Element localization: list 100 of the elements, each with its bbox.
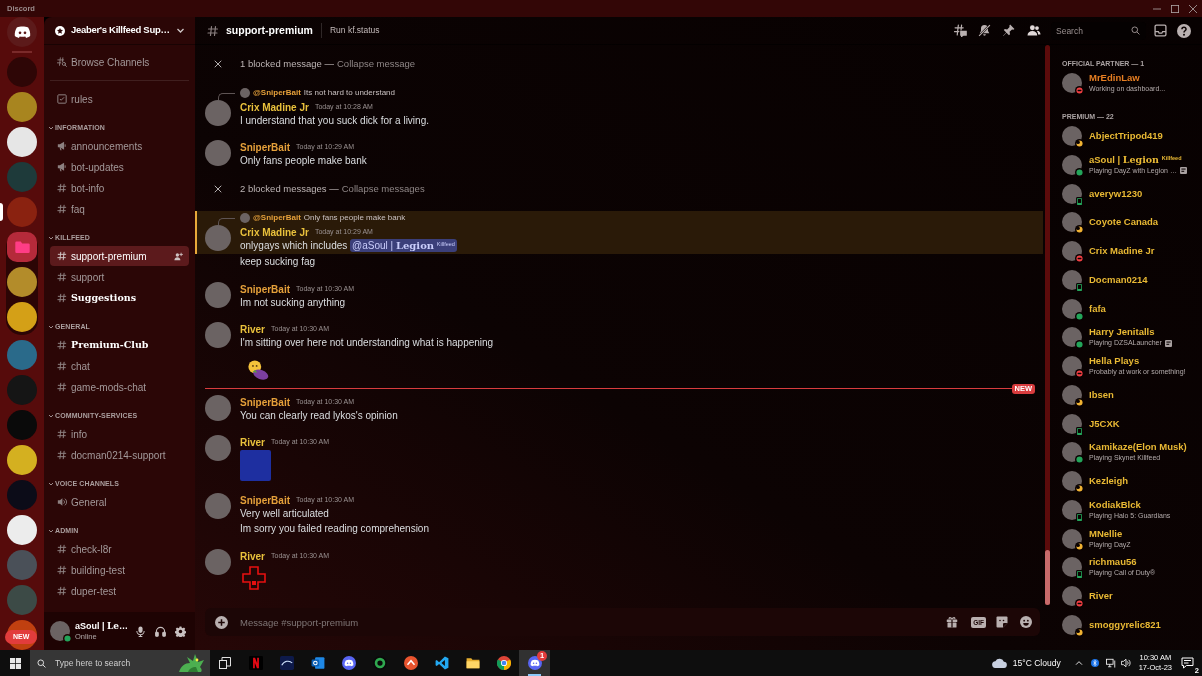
channel-item[interactable]: building-test bbox=[50, 560, 189, 580]
server-icon[interactable] bbox=[7, 445, 37, 475]
inbox-icon[interactable] bbox=[1154, 24, 1167, 37]
message-input[interactable]: Message #support-premium bbox=[240, 614, 939, 630]
avatar[interactable] bbox=[50, 621, 70, 641]
channel-item[interactable]: faq bbox=[50, 199, 189, 219]
browse-channels[interactable]: Browse Channels bbox=[50, 52, 189, 72]
gift-icon[interactable] bbox=[946, 616, 959, 628]
bluetooth-icon[interactable] bbox=[1090, 659, 1099, 667]
channel-item[interactable]: announcements bbox=[50, 136, 189, 156]
server-icon[interactable] bbox=[7, 515, 37, 545]
channel-item[interactable]: rules bbox=[50, 89, 189, 109]
member-name[interactable]: aSoul | Legion $^{Killfeed}$ bbox=[1089, 153, 1182, 166]
avatar[interactable] bbox=[1062, 241, 1082, 262]
avatar[interactable] bbox=[1062, 528, 1082, 549]
author-name[interactable]: SniperBait bbox=[240, 394, 290, 410]
scrollbar[interactable] bbox=[1045, 45, 1050, 605]
avatar[interactable] bbox=[1062, 499, 1082, 520]
member-name[interactable]: Kamikaze(Elon Musk) bbox=[1089, 441, 1187, 454]
search-icon[interactable] bbox=[1131, 26, 1140, 35]
taskbar-search-field[interactable]: Type here to search bbox=[30, 650, 210, 676]
member-name[interactable]: fafa bbox=[1089, 302, 1106, 315]
avatar[interactable] bbox=[1062, 442, 1082, 463]
pin-icon[interactable] bbox=[1002, 24, 1015, 37]
avatar[interactable] bbox=[1062, 557, 1082, 578]
cloud-icon[interactable] bbox=[991, 658, 1007, 668]
member-name[interactable]: J5CXK bbox=[1089, 417, 1120, 430]
search-input[interactable]: Search bbox=[1056, 23, 1131, 38]
avatar[interactable] bbox=[1062, 327, 1082, 348]
headphones-icon[interactable] bbox=[155, 625, 166, 637]
settings-icon[interactable] bbox=[175, 625, 186, 637]
overlapping-windows-icon[interactable] bbox=[219, 657, 231, 669]
author-name[interactable]: Crix Madine Jr bbox=[240, 224, 309, 240]
close-icon[interactable] bbox=[214, 60, 222, 68]
avatar[interactable] bbox=[1062, 586, 1082, 607]
channel-item[interactable]: General bbox=[50, 492, 189, 512]
members-icon[interactable] bbox=[1027, 24, 1041, 37]
member-name[interactable]: Hella Plays bbox=[1089, 355, 1140, 368]
member-name[interactable]: River bbox=[1089, 590, 1113, 603]
author-name[interactable]: River bbox=[240, 321, 265, 337]
user-mention[interactable]: @aSoul | Legion $^{Killfeed}$ bbox=[350, 239, 457, 252]
author-name[interactable]: SniperBait bbox=[240, 492, 290, 508]
avatar[interactable] bbox=[1062, 126, 1082, 147]
avatar[interactable] bbox=[1062, 269, 1082, 290]
add-person-icon[interactable] bbox=[174, 251, 183, 261]
author-name[interactable]: SniperBait bbox=[240, 139, 290, 155]
volume-icon[interactable] bbox=[1120, 658, 1131, 668]
reply-text[interactable]: Only fans people make bank bbox=[303, 212, 406, 224]
avatar[interactable] bbox=[1062, 413, 1082, 434]
avatar[interactable] bbox=[1062, 183, 1082, 204]
close-icon[interactable] bbox=[1189, 4, 1197, 13]
channel-item[interactable]: Premium-Club bbox=[50, 335, 189, 355]
member-name[interactable]: MrEdinLaw bbox=[1089, 72, 1140, 85]
help-icon[interactable] bbox=[1177, 23, 1191, 38]
author-name[interactable]: Crix Madine Jr bbox=[240, 99, 309, 115]
member-name[interactable]: Harry Jenitalls bbox=[1089, 326, 1155, 339]
collapse-link[interactable]: Collapse message bbox=[337, 56, 416, 72]
avatar[interactable] bbox=[1062, 154, 1082, 175]
member-name[interactable]: MNellie bbox=[1089, 527, 1123, 540]
avatar[interactable] bbox=[1062, 471, 1082, 492]
member-name[interactable]: Docman0214 bbox=[1089, 273, 1148, 286]
server-icon[interactable] bbox=[7, 302, 37, 332]
taskbar-search-input[interactable]: Type here to search bbox=[55, 656, 176, 670]
member-name[interactable]: Kezleigh bbox=[1089, 475, 1129, 488]
channel-item[interactable]: Suggestions bbox=[50, 288, 189, 308]
scrollbar-thumb[interactable] bbox=[1045, 550, 1050, 605]
server-icon[interactable] bbox=[7, 127, 37, 157]
member-name[interactable]: Crix Madine Jr bbox=[1089, 245, 1155, 258]
channel-item[interactable]: game-mods-chat bbox=[50, 377, 189, 397]
four-squares-icon[interactable] bbox=[9, 657, 21, 669]
add-icon[interactable] bbox=[215, 615, 228, 629]
folder-button[interactable] bbox=[7, 232, 37, 262]
channel-item[interactable]: support-premium bbox=[50, 246, 189, 266]
avatar[interactable] bbox=[1062, 73, 1082, 94]
member-name[interactable]: averyw1230 bbox=[1089, 187, 1143, 200]
caret-up-icon[interactable] bbox=[1074, 659, 1083, 667]
sticker-icon[interactable] bbox=[996, 616, 1008, 628]
server-icon[interactable] bbox=[7, 267, 37, 297]
channel-item[interactable]: info bbox=[50, 424, 189, 444]
muted-bell-icon[interactable] bbox=[978, 24, 991, 37]
avatar[interactable] bbox=[1062, 384, 1082, 405]
avatar[interactable] bbox=[1062, 298, 1082, 319]
threads-icon[interactable] bbox=[954, 24, 967, 37]
network-icon[interactable] bbox=[1105, 658, 1116, 668]
maximize-icon[interactable] bbox=[1171, 4, 1179, 13]
author-name[interactable]: River bbox=[240, 434, 265, 450]
reply-author[interactable]: @SniperBait bbox=[253, 87, 301, 99]
server-header[interactable]: Jeaber's Killfeed Sup… bbox=[44, 17, 195, 45]
channel-item[interactable]: support bbox=[50, 267, 189, 287]
search-field[interactable]: Search bbox=[1051, 21, 1146, 40]
author-name[interactable]: River bbox=[240, 548, 265, 564]
emoji-icon[interactable] bbox=[1020, 616, 1032, 628]
channel-item[interactable]: docman0214-support bbox=[50, 445, 189, 465]
channel-item[interactable]: bot-info bbox=[50, 178, 189, 198]
author-name[interactable]: SniperBait bbox=[240, 281, 290, 297]
avatar[interactable] bbox=[1062, 614, 1082, 635]
microphone-icon[interactable] bbox=[135, 625, 146, 637]
member-name[interactable]: AbjectTripod419 bbox=[1089, 130, 1163, 143]
avatar[interactable] bbox=[1062, 356, 1082, 377]
member-name[interactable]: richmau56 bbox=[1089, 556, 1137, 569]
